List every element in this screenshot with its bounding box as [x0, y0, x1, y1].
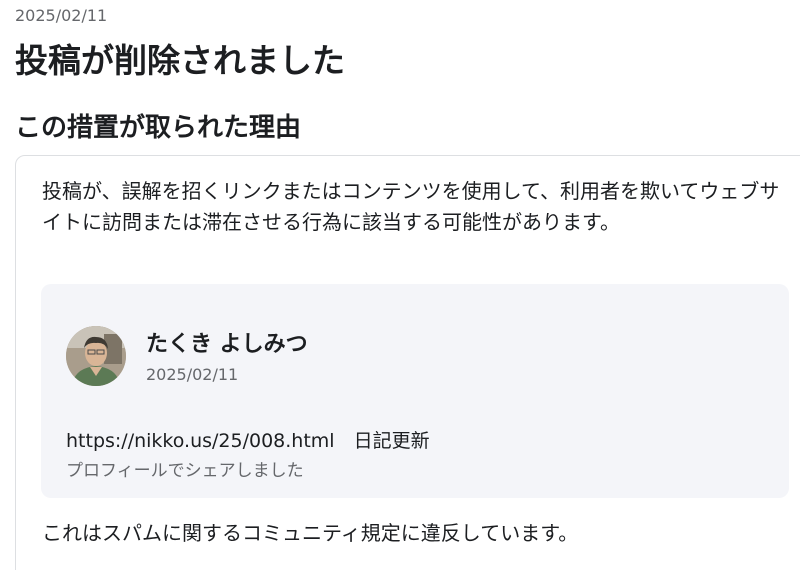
post-author-name[interactable]: たくき よしみつ	[146, 326, 308, 358]
removed-post-preview[interactable]: たくき よしみつ 2025/02/11 https://nikko.us/25/…	[41, 284, 789, 498]
reason-text: 投稿が、誤解を招くリンクまたはコンテンツを使用して、利用者を欺いてウェブサイトに…	[42, 179, 780, 234]
removed-post-notice: 2025/02/11 投稿が削除されました この措置が取られた理由 投稿が、誤解…	[0, 0, 800, 570]
notice-date: 2025/02/11	[15, 6, 108, 25]
section-title: この措置が取られた理由	[15, 113, 302, 143]
reason-card: 投稿が、誤解を招くリンクまたはコンテンツを使用して、利用者を欺いてウェブサイトに…	[15, 155, 800, 570]
post-text: https://nikko.us/25/008.html 日記更新	[66, 430, 430, 452]
avatar[interactable]	[66, 326, 126, 386]
user-avatar-photo-icon	[66, 326, 126, 386]
post-date[interactable]: 2025/02/11	[146, 365, 238, 384]
page-title: 投稿が削除されました	[15, 41, 345, 80]
share-note: プロフィールでシェアしました	[66, 461, 304, 481]
policy-violation-text: これはスパムに関するコミュニティ規定に違反しています。	[42, 521, 579, 545]
